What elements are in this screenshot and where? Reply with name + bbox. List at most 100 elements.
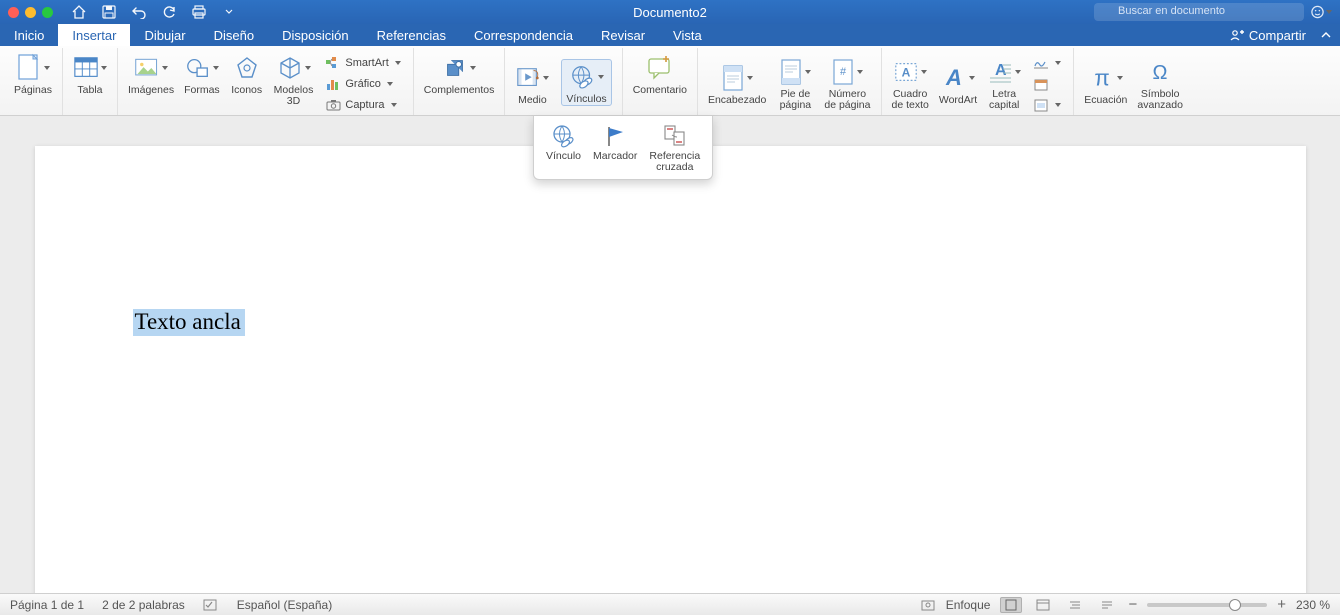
draft-view[interactable] bbox=[1096, 597, 1118, 613]
links-button[interactable]: Vínculos bbox=[561, 59, 611, 106]
footer-icon bbox=[778, 56, 812, 88]
symbol-button[interactable]: Ω Símbolo avanzado bbox=[1137, 54, 1183, 111]
tab-referencias[interactable]: Referencias bbox=[363, 24, 460, 46]
pictures-button[interactable]: Imágenes bbox=[128, 50, 174, 96]
svg-text:A: A bbox=[902, 66, 911, 80]
tab-inicio[interactable]: Inicio bbox=[0, 24, 58, 46]
header-icon bbox=[720, 62, 754, 94]
footer-button[interactable]: Pie de página bbox=[778, 54, 812, 111]
tab-disposicion[interactable]: Disposición bbox=[268, 24, 362, 46]
bookmark-button[interactable]: Marcador bbox=[587, 120, 643, 175]
flag-icon bbox=[600, 122, 630, 150]
dropcap-icon: A bbox=[987, 56, 1021, 88]
chevron-down-icon bbox=[1326, 10, 1332, 14]
table-icon bbox=[73, 52, 107, 84]
globe-link-icon bbox=[549, 122, 579, 150]
print-icon[interactable] bbox=[191, 4, 207, 20]
zoom-out-button[interactable]: − bbox=[1128, 596, 1137, 613]
wordart-icon: A bbox=[941, 62, 975, 94]
tab-dibujar[interactable]: Dibujar bbox=[130, 24, 199, 46]
calendar-icon bbox=[1033, 76, 1049, 92]
tab-revisar[interactable]: Revisar bbox=[587, 24, 659, 46]
web-layout-view[interactable] bbox=[1032, 597, 1054, 613]
screenshot-button[interactable]: Captura bbox=[323, 95, 402, 114]
title-bar: Documento2 Buscar en documento bbox=[0, 0, 1340, 24]
addins-button[interactable]: Complementos bbox=[424, 50, 495, 96]
word-count[interactable]: 2 de 2 palabras bbox=[102, 598, 185, 612]
pi-icon: π bbox=[1089, 62, 1123, 94]
undo-icon[interactable] bbox=[131, 4, 147, 20]
globe-link-icon bbox=[570, 61, 604, 93]
document-title: Documento2 bbox=[633, 5, 707, 20]
equation-button[interactable]: π Ecuación bbox=[1084, 60, 1127, 106]
zoom-slider[interactable] bbox=[1147, 603, 1267, 607]
hyperlink-button[interactable]: Vínculo bbox=[540, 120, 587, 175]
close-window-button[interactable] bbox=[8, 7, 19, 18]
icons-icon bbox=[230, 52, 264, 84]
print-layout-view[interactable] bbox=[1000, 597, 1022, 613]
save-icon[interactable] bbox=[101, 4, 117, 20]
search-input[interactable]: Buscar en documento bbox=[1094, 3, 1304, 21]
comment-button[interactable]: Comentario bbox=[633, 50, 687, 96]
media-icon bbox=[515, 62, 549, 94]
language-indicator[interactable]: Español (España) bbox=[237, 598, 332, 612]
signature-line-button[interactable] bbox=[1031, 54, 1063, 73]
zoom-level[interactable]: 230 % bbox=[1296, 598, 1330, 612]
smartart-icon bbox=[325, 55, 341, 71]
spellcheck-icon[interactable] bbox=[203, 598, 219, 612]
shapes-button[interactable]: Formas bbox=[184, 50, 220, 96]
share-person-icon bbox=[1230, 29, 1244, 41]
collapse-ribbon-button[interactable] bbox=[1318, 31, 1334, 39]
tab-vista[interactable]: Vista bbox=[659, 24, 716, 46]
wordart-button[interactable]: A WordArt bbox=[939, 60, 977, 106]
3d-models-button[interactable]: Modelos 3D bbox=[274, 50, 314, 107]
smartart-button[interactable]: SmartArt bbox=[323, 53, 402, 72]
date-time-button[interactable] bbox=[1031, 75, 1063, 94]
svg-text:A: A bbox=[945, 65, 962, 90]
page-indicator[interactable]: Página 1 de 1 bbox=[10, 598, 84, 612]
share-button[interactable]: Compartir bbox=[1222, 28, 1314, 43]
accessibility-icon[interactable] bbox=[920, 598, 936, 612]
pages-button[interactable]: Páginas bbox=[14, 50, 52, 96]
qat-customize-icon[interactable] bbox=[221, 4, 237, 20]
status-bar: Página 1 de 1 2 de 2 palabras Español (E… bbox=[0, 593, 1340, 615]
comment-icon bbox=[643, 52, 677, 84]
chart-icon bbox=[325, 76, 341, 92]
zoom-in-button[interactable]: + bbox=[1277, 596, 1286, 613]
selected-text[interactable]: Texto ancla bbox=[133, 309, 245, 336]
drop-cap-button[interactable]: A Letra capital bbox=[987, 54, 1021, 111]
icons-button[interactable]: Iconos bbox=[230, 50, 264, 96]
cross-reference-button[interactable]: Referencia cruzada bbox=[643, 120, 706, 175]
picture-icon bbox=[134, 52, 168, 84]
tab-correspondencia[interactable]: Correspondencia bbox=[460, 24, 587, 46]
svg-text:#: # bbox=[840, 66, 847, 78]
object-button[interactable] bbox=[1031, 96, 1063, 115]
camera-icon bbox=[325, 97, 341, 113]
header-button[interactable]: Encabezado bbox=[708, 60, 766, 106]
window-controls bbox=[8, 7, 53, 18]
svg-text:Ω: Ω bbox=[1153, 62, 1168, 84]
zoom-slider-thumb[interactable] bbox=[1229, 599, 1241, 611]
tab-diseno[interactable]: Diseño bbox=[200, 24, 268, 46]
text-box-button[interactable]: A Cuadro de texto bbox=[892, 54, 929, 111]
links-dropdown: Vínculo Marcador Referencia cruzada bbox=[533, 116, 713, 180]
media-button[interactable]: Medio bbox=[515, 60, 549, 106]
quick-access-toolbar bbox=[71, 4, 237, 20]
table-button[interactable]: Tabla bbox=[73, 50, 107, 96]
page[interactable]: Texto ancla bbox=[35, 146, 1306, 593]
redo-icon[interactable] bbox=[161, 4, 177, 20]
outline-view[interactable] bbox=[1064, 597, 1086, 613]
ribbon: Páginas Tabla Imágenes Formas Iconos Mod… bbox=[0, 46, 1340, 116]
maximize-window-button[interactable] bbox=[42, 7, 53, 18]
chart-button[interactable]: Gráfico bbox=[323, 74, 402, 93]
textbox-icon: A bbox=[893, 56, 927, 88]
home-icon[interactable] bbox=[71, 4, 87, 20]
focus-mode[interactable]: Enfoque bbox=[946, 598, 991, 612]
feedback-icon[interactable] bbox=[1310, 3, 1332, 21]
minimize-window-button[interactable] bbox=[25, 7, 36, 18]
document-area[interactable]: Texto ancla bbox=[0, 116, 1340, 593]
page-number-button[interactable]: # Número de página bbox=[824, 54, 870, 111]
svg-text:π: π bbox=[1094, 65, 1109, 90]
omega-icon: Ω bbox=[1143, 56, 1177, 88]
tab-insertar[interactable]: Insertar bbox=[58, 24, 130, 46]
